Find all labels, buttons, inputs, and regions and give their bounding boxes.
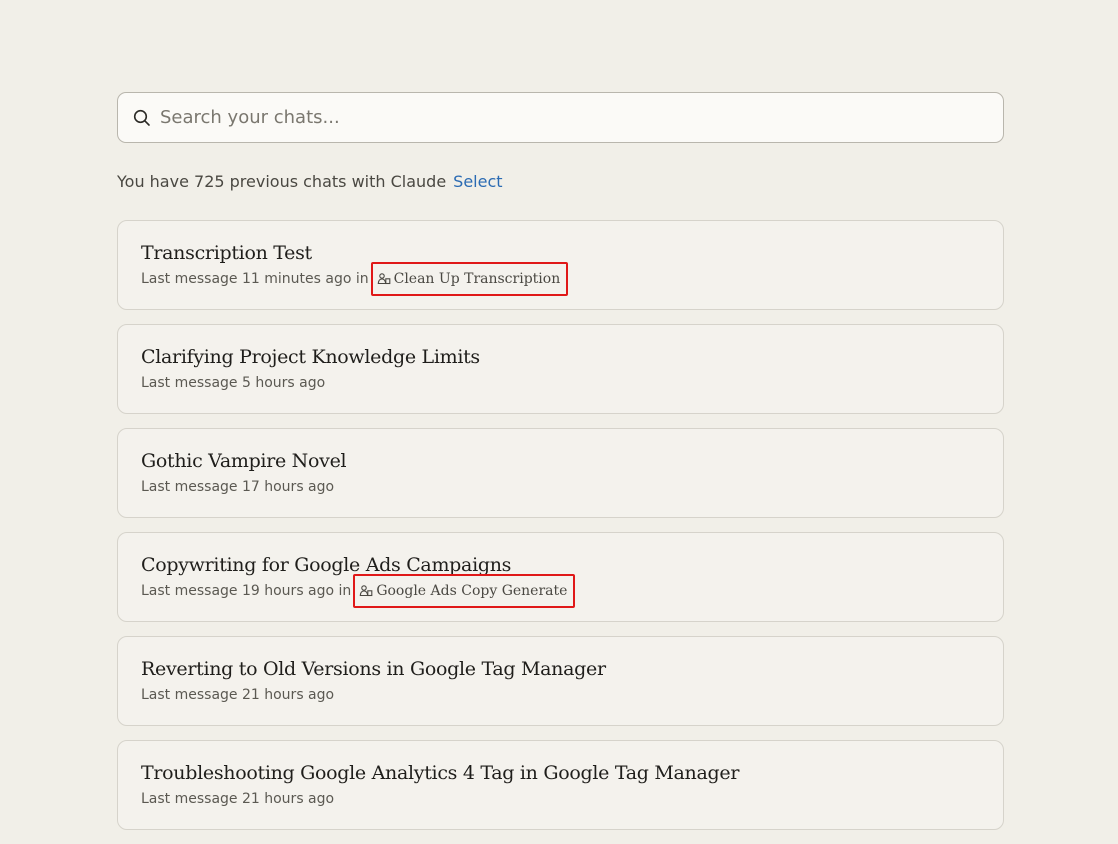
chat-meta: Last message 21 hours ago [141, 788, 1003, 810]
project-link[interactable]: Clean Up Transcription [370, 262, 569, 296]
chat-title: Transcription Test [141, 242, 312, 264]
project-people-icon [359, 584, 373, 598]
last-message-text: Last message 19 hours ago in [141, 583, 352, 599]
chat-history-page: You have 725 previous chats with Claude … [117, 92, 1004, 844]
chat-item[interactable]: Reverting to Old Versions in Google Tag … [117, 636, 1004, 726]
chat-meta: Last message 19 hours ago in Google Ads … [141, 574, 1003, 608]
project-name: Clean Up Transcription [393, 271, 561, 287]
chat-item[interactable]: Gothic Vampire Novel Last message 17 hou… [117, 428, 1004, 518]
chat-list: Transcription Test Last message 11 minut… [117, 220, 1004, 830]
last-message-text: Last message 21 hours ago [141, 687, 335, 703]
chat-item[interactable]: Troubleshooting Google Analytics 4 Tag i… [117, 740, 1004, 830]
project-link[interactable]: Google Ads Copy Generate [353, 574, 576, 608]
last-message-text: Last message 11 minutes ago in [141, 271, 369, 287]
chat-item[interactable]: Transcription Test Last message 11 minut… [117, 220, 1004, 310]
chat-item[interactable]: Clarifying Project Knowledge Limits Last… [117, 324, 1004, 414]
search-icon [132, 108, 152, 128]
chat-count-summary: You have 725 previous chats with Claude … [117, 171, 1004, 191]
chat-meta: Last message 17 hours ago [141, 476, 1003, 498]
chat-meta: Last message 11 minutes ago in Clean Up … [141, 262, 1003, 296]
chat-count-text: You have 725 previous chats with Claude [117, 171, 447, 191]
chat-item[interactable]: Copywriting for Google Ads Campaigns Las… [117, 532, 1004, 622]
project-people-icon [377, 272, 391, 286]
chat-meta: Last message 5 hours ago [141, 372, 1003, 394]
last-message-text: Last message 5 hours ago [141, 375, 326, 391]
chat-title: Reverting to Old Versions in Google Tag … [141, 658, 606, 680]
search-input[interactable] [160, 97, 1003, 138]
last-message-text: Last message 21 hours ago [141, 791, 335, 807]
chat-title: Troubleshooting Google Analytics 4 Tag i… [141, 762, 740, 784]
project-name: Google Ads Copy Generate [376, 583, 568, 599]
chat-title: Gothic Vampire Novel [141, 450, 347, 472]
chat-meta: Last message 21 hours ago [141, 684, 1003, 706]
search-box[interactable] [117, 92, 1004, 143]
chat-title: Clarifying Project Knowledge Limits [141, 346, 480, 368]
last-message-text: Last message 17 hours ago [141, 479, 335, 495]
select-link[interactable]: Select [453, 172, 502, 191]
